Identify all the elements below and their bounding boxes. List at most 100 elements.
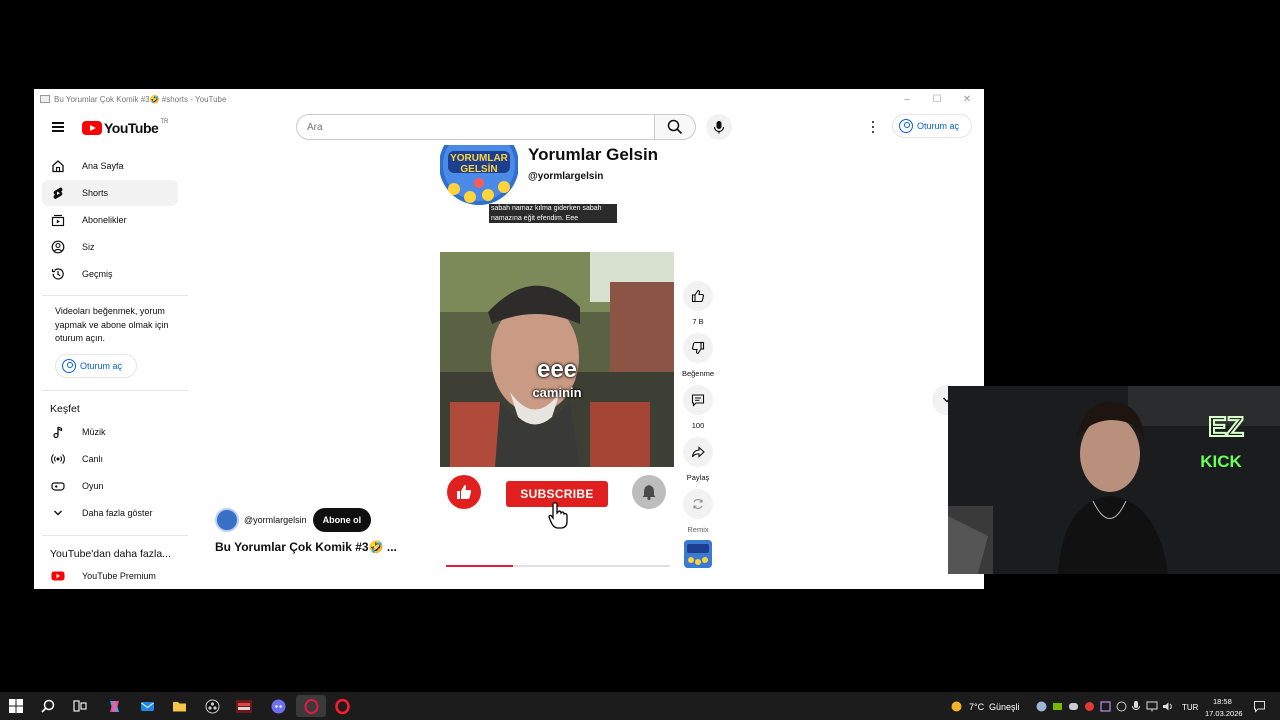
sidebar-item-shorts[interactable]: Shorts: [42, 180, 178, 206]
taskbar-app-voice[interactable]: [236, 698, 252, 714]
language-indicator[interactable]: TUR: [1182, 703, 1198, 712]
like-button[interactable]: [683, 281, 713, 311]
weather-icon[interactable]: [948, 698, 964, 714]
network-tray-icon[interactable]: [1144, 698, 1160, 714]
sidebar-divider: [42, 295, 188, 296]
logo-text: YouTube: [104, 120, 159, 136]
subscribe-graphic-area: SUBSCRIBE: [440, 467, 674, 567]
taskbar-app-mail[interactable]: [139, 698, 155, 714]
dislike-label: Beğenme: [681, 369, 715, 378]
thumbs-up-icon: [691, 289, 705, 303]
start-button[interactable]: [8, 698, 24, 714]
sidebar-show-more[interactable]: Daha fazla göster: [42, 500, 178, 526]
app-icon: [40, 95, 50, 103]
search-button[interactable]: [654, 114, 696, 140]
menu-icon[interactable]: [52, 122, 64, 132]
explore-title: Keşfet: [50, 403, 80, 415]
sidebar-item-you[interactable]: Siz: [42, 234, 178, 260]
volume-tray-icon[interactable]: [1160, 698, 1176, 714]
discord-tray-icon[interactable]: [1065, 698, 1081, 714]
sidebar-item-label: Müzik: [82, 427, 106, 437]
youtube-logo[interactable]: YouTube TR: [82, 119, 168, 136]
app-tray-icon[interactable]: [1081, 698, 1097, 714]
shorts-icon: [50, 185, 66, 201]
neon-sign-bottom: KICK: [1200, 452, 1242, 471]
history-icon: [50, 266, 66, 282]
grid-tray-icon[interactable]: [1097, 698, 1113, 714]
steam-tray-icon[interactable]: [1033, 698, 1049, 714]
sidebar-item-youtube-premium[interactable]: YouTube Premium: [42, 563, 178, 589]
webcam-overlay: EZ KICK: [948, 386, 1280, 574]
uploader-avatar[interactable]: [215, 508, 239, 532]
video-overlay-text: eee: [536, 356, 578, 383]
sidebar-item-label: Shorts: [82, 188, 109, 198]
share-action: Paylaş: [680, 437, 716, 482]
sidebar-item-history[interactable]: Geçmiş: [42, 261, 178, 287]
microphone-icon: [713, 121, 725, 134]
thumbs-down-icon: [691, 341, 705, 355]
notification-center-button[interactable]: [1251, 698, 1267, 714]
close-button[interactable]: ✕: [952, 89, 982, 109]
settings-menu-icon[interactable]: [868, 119, 878, 135]
taskbar-app-discord[interactable]: [270, 698, 286, 714]
microphone-tray-icon[interactable]: [1128, 698, 1144, 714]
video-overlay-subtext: caminin: [532, 385, 582, 400]
sidebar-item-label: Siz: [82, 242, 95, 252]
subscribe-button[interactable]: Abone ol: [312, 508, 372, 532]
sidebar-sign-in-button[interactable]: Oturum aç: [55, 354, 137, 378]
uploader-handle[interactable]: @yormlargelsin: [244, 515, 307, 525]
short-video-player[interactable]: eee caminin: [440, 252, 674, 467]
sidebar-item-home[interactable]: Ana Sayfa: [42, 153, 178, 179]
sidebar-item-label: Oyun: [82, 481, 104, 491]
dislike-button[interactable]: [683, 333, 713, 363]
title-bar: Bu Yorumlar Çok Komik #3🤣 #shorts - YouT…: [34, 89, 984, 109]
browser-window: Bu Yorumlar Çok Komik #3🤣 #shorts - YouT…: [34, 89, 984, 589]
sidebar-item-gaming[interactable]: Oyun: [42, 473, 178, 499]
channel-name[interactable]: Yorumlar Gelsin: [528, 145, 658, 165]
account-icon: [899, 119, 913, 133]
window-title: Bu Yorumlar Çok Komik #3🤣 #shorts - YouT…: [54, 94, 227, 104]
sidebar-divider: [42, 390, 188, 391]
maximize-button[interactable]: ☐: [922, 89, 952, 109]
comments-button[interactable]: [683, 385, 713, 415]
taskbar-app-copilot[interactable]: [106, 698, 122, 714]
subscriptions-icon: [50, 212, 66, 228]
youtube-play-icon: [82, 121, 102, 135]
short-title[interactable]: Bu Yorumlar Çok Komik #3🤣 ...: [215, 540, 397, 554]
hand-cursor-icon: [548, 502, 568, 529]
sign-in-button[interactable]: Oturum aç: [892, 114, 972, 138]
clock-time[interactable]: 18:58: [1213, 697, 1232, 706]
taskbar-app-opera[interactable]: [334, 698, 350, 714]
sidebar-item-label: Ana Sayfa: [82, 161, 124, 171]
share-button[interactable]: [683, 437, 713, 467]
video-progress-bar[interactable]: [446, 565, 670, 567]
avatar-text-line2: GELSİN: [460, 162, 497, 175]
copilot-icon: [109, 700, 119, 712]
taskbar-search-button[interactable]: [40, 698, 56, 714]
taskbar: 7°C Güneşli TUR 18:58 17.03.2026: [0, 692, 1280, 720]
comments-action: 100: [680, 385, 716, 430]
search-input[interactable]: [296, 114, 655, 140]
nvidia-tray-icon[interactable]: [1049, 698, 1065, 714]
live-icon: [50, 451, 66, 467]
task-view-button[interactable]: [72, 698, 88, 714]
sign-in-label: Oturum aç: [917, 121, 960, 131]
minimize-button[interactable]: –: [892, 89, 922, 109]
remix-icon: [693, 499, 703, 509]
sidebar-item-music[interactable]: Müzik: [42, 419, 178, 445]
thumbs-up-graphic-icon: [447, 475, 481, 509]
like-count: 7 B: [692, 317, 704, 326]
sound-thumbnail[interactable]: [684, 540, 712, 568]
voice-search-button[interactable]: [706, 114, 732, 140]
clock-date[interactable]: 17.03.2026: [1205, 709, 1243, 718]
taskbar-app-obs[interactable]: [204, 698, 220, 714]
taskbar-app-file-explorer[interactable]: [171, 698, 187, 714]
youtube-premium-icon: [50, 568, 66, 584]
taskbar-app-opera-gx-active[interactable]: [296, 695, 326, 717]
help-tray-icon[interactable]: [1113, 698, 1129, 714]
sidebar-item-live[interactable]: Canlı: [42, 446, 178, 472]
sidebar-item-subscriptions[interactable]: Abonelikler: [42, 207, 178, 233]
uploader-row: @yormlargelsin Abone ol: [215, 508, 372, 532]
remix-button[interactable]: [683, 489, 713, 519]
channel-handle[interactable]: @yormlargelsin: [528, 171, 603, 182]
